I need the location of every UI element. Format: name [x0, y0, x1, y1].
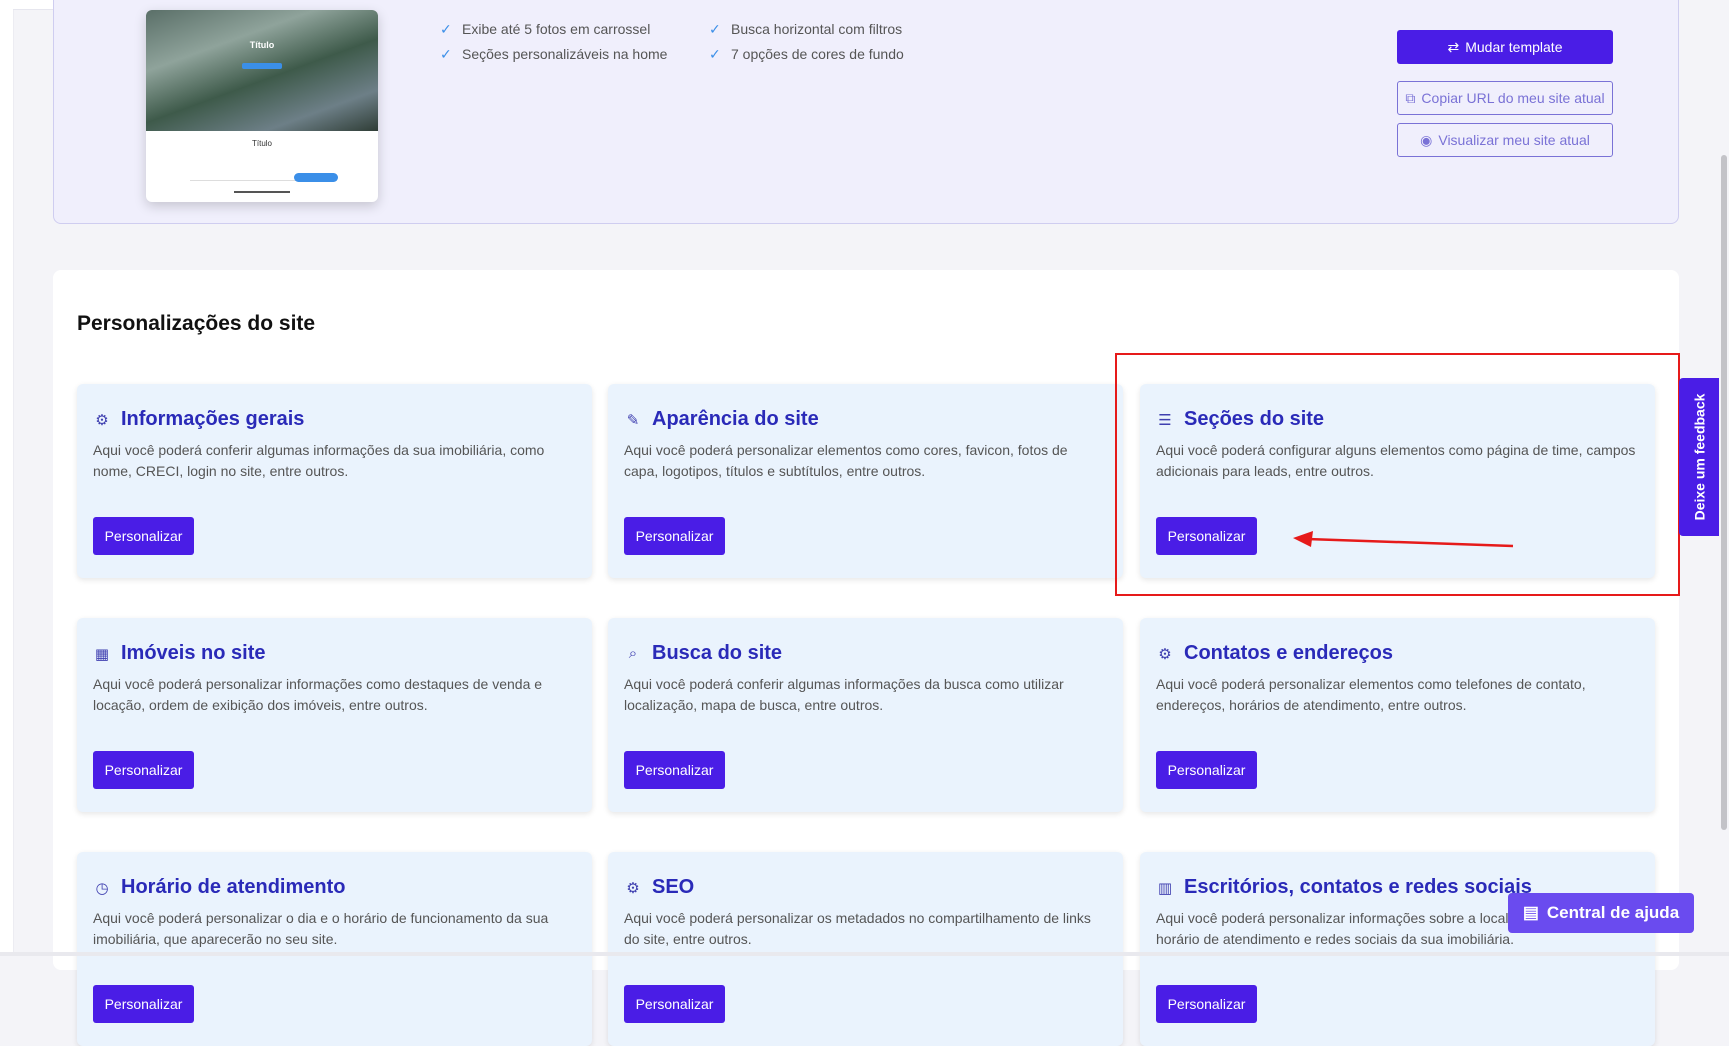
- feature-item: ✓ Busca horizontal com filtros: [709, 17, 904, 42]
- feature-item: ✓ 7 opções de cores de fundo: [709, 42, 904, 67]
- preview-search-button: [294, 173, 338, 182]
- customize-button[interactable]: Personalizar: [624, 517, 725, 555]
- preview-body: Título: [146, 139, 378, 148]
- tile-site-appearance: ✎ Aparência do site Aqui você poderá pers…: [608, 384, 1123, 578]
- feedback-tab[interactable]: Deixe um feedback: [1679, 378, 1719, 536]
- customize-button[interactable]: Personalizar: [624, 751, 725, 789]
- bottom-bar: [0, 952, 1729, 956]
- annotation-arrow: [1293, 531, 1514, 548]
- tile-contacts-addresses: ⚙ Contatos e endereços Aqui você poderá p…: [1140, 618, 1655, 812]
- highlight-box: [1115, 353, 1680, 596]
- check-icon: ✓: [440, 21, 452, 37]
- features-col-1: ✓ Exibe até 5 fotos em carrossel ✓ Seções …: [440, 0, 667, 67]
- tile-opening-hours: ◷ Horário de atendimento Aqui você poderá…: [77, 852, 592, 1046]
- section-title: Personalizações do site: [77, 312, 316, 335]
- tile-properties: ▦ Imóveis no site Aqui você poderá person…: [77, 618, 592, 812]
- customize-button[interactable]: Personalizar: [624, 985, 725, 1023]
- swap-icon: ⇄: [1447, 38, 1460, 55]
- gear-icon: ⚙: [95, 411, 109, 429]
- customize-button[interactable]: Personalizar: [1156, 751, 1257, 789]
- gear-icon: ⚙: [626, 879, 640, 897]
- scrollbar-thumb[interactable]: [1721, 155, 1727, 830]
- preview-hero-button: [242, 63, 282, 69]
- clock-icon: ◷: [95, 879, 109, 897]
- tile-site-search: ⌕ Busca do site Aqui você poderá conferir…: [608, 618, 1123, 812]
- check-icon: ✓: [440, 46, 452, 62]
- property-icon: ▦: [94, 645, 110, 663]
- left-gutter: [0, 0, 14, 956]
- customize-button[interactable]: Personalizar: [93, 751, 194, 789]
- customize-button[interactable]: Personalizar: [93, 517, 194, 555]
- chat-icon: ▤: [1522, 903, 1539, 922]
- customize-button[interactable]: Personalizar: [1156, 985, 1257, 1023]
- view-site-button[interactable]: ◉ Visualizar meu site atual: [1397, 123, 1613, 157]
- copy-url-button[interactable]: ⧉ Copiar URL do meu site atual: [1397, 81, 1613, 115]
- building-icon: ▥: [1157, 879, 1173, 897]
- tile-general-info: ⚙ Informações gerais Aqui você poderá con…: [77, 384, 592, 578]
- gear-icon: ⚙: [1158, 645, 1172, 663]
- help-center-button[interactable]: ▤ Central de ajuda: [1508, 893, 1694, 933]
- feature-item: ✓ Seções personalizáveis na home: [440, 42, 667, 67]
- search-icon: ⌕: [628, 645, 638, 662]
- tile-seo: ⚙ SEO Aqui você poderá personalizar os me…: [608, 852, 1123, 1046]
- brush-icon: ✎: [626, 411, 640, 429]
- feature-item: ✓ Exibe até 5 fotos em carrossel: [440, 17, 667, 42]
- preview-body-title: Título: [251, 139, 272, 148]
- template-preview: Título Título: [146, 10, 378, 202]
- preview-footer: [146, 191, 378, 193]
- preview-hero-title: Título: [249, 40, 275, 50]
- customize-button[interactable]: Personalizar: [93, 985, 194, 1023]
- change-template-button[interactable]: ⇄ Mudar template: [1397, 30, 1613, 64]
- features-col-2: ✓ Busca horizontal com filtros ✓ 7 opções …: [709, 0, 904, 67]
- check-icon: ✓: [709, 46, 721, 62]
- eye-icon: ◉: [1420, 131, 1433, 148]
- copy-icon: ⧉: [1405, 89, 1416, 106]
- check-icon: ✓: [709, 21, 721, 37]
- tile-offices-social: ▥ Escritórios, contatos e redes sociais A…: [1140, 852, 1655, 1046]
- preview-hero: Título: [146, 10, 378, 131]
